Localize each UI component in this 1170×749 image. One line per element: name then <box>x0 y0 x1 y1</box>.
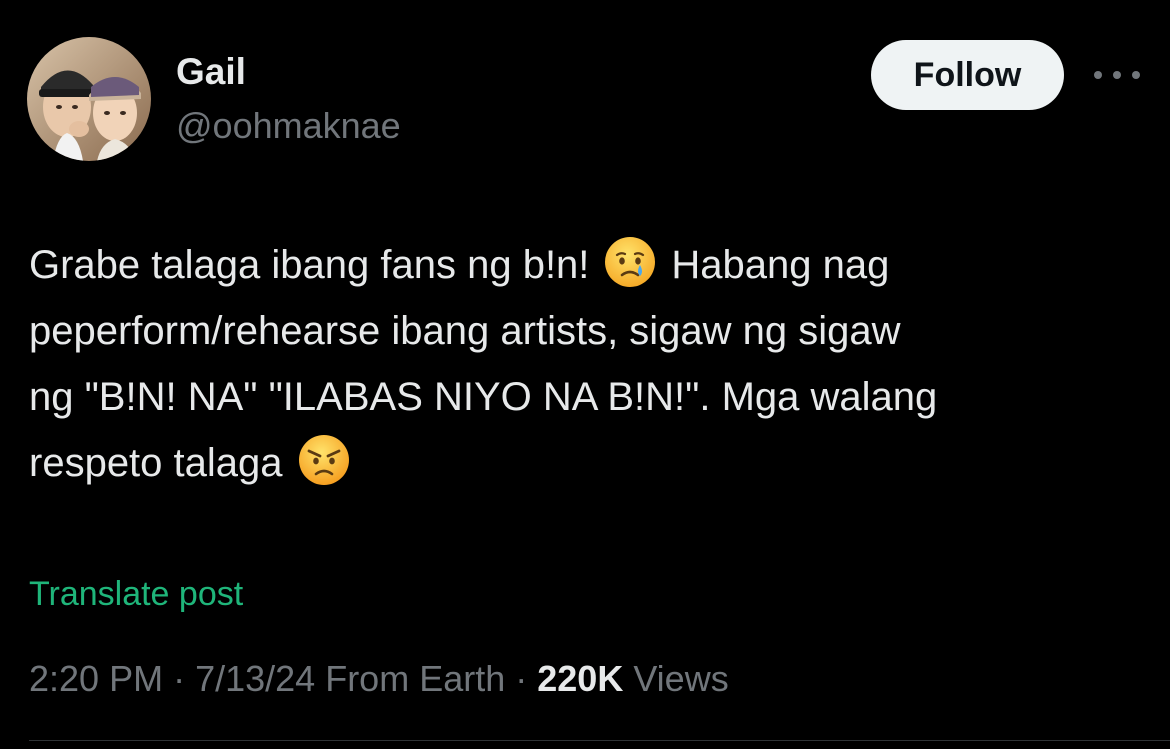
post-text-segment: respeto talaga <box>29 441 283 485</box>
post-text-segment: Habang nag <box>671 243 890 287</box>
translate-post-link[interactable]: Translate post <box>29 572 243 616</box>
post-text-line: respeto talaga <box>29 430 1139 496</box>
dot-icon <box>1094 71 1102 79</box>
post-text-line: ng "B!N! NA" "ILABAS NIYO NA B!N!". Mga … <box>29 375 938 419</box>
post-text: Grabe talaga ibang fans ng b!n! Habang n… <box>29 232 1139 496</box>
author-handle[interactable]: @oohmaknae <box>176 104 401 148</box>
more-horizontal-icon[interactable] <box>1094 63 1140 87</box>
dot-icon <box>1132 71 1140 79</box>
avatar[interactable] <box>27 37 151 161</box>
post-location: From Earth <box>315 658 506 699</box>
views-count[interactable]: 220K <box>537 658 623 699</box>
profile-photo-icon <box>27 37 151 161</box>
post-time[interactable]: 2:20 PM <box>29 658 163 699</box>
divider <box>29 740 1170 741</box>
separator: · <box>163 658 196 699</box>
author-display-name[interactable]: Gail <box>176 50 246 94</box>
dot-icon <box>1113 71 1121 79</box>
angry-face-icon <box>297 433 351 487</box>
post-metadata: 2:20 PM · 7/13/24 From Earth · 220K View… <box>29 657 729 701</box>
post-text-line: peperform/rehearse ibang artists, sigaw … <box>29 309 901 353</box>
post-text-segment: Grabe talaga ibang fans ng b!n! <box>29 243 590 287</box>
post-date[interactable]: 7/13/24 <box>195 658 315 699</box>
follow-button[interactable]: Follow <box>871 40 1064 110</box>
post-container: Gail @oohmaknae Follow Grabe talaga iban… <box>0 0 1170 749</box>
crying-face-icon <box>603 235 657 289</box>
separator: · <box>505 658 538 699</box>
post-text-line: Grabe talaga ibang fans ng b!n! Habang n… <box>29 232 1139 298</box>
views-label[interactable]: Views <box>623 658 728 699</box>
